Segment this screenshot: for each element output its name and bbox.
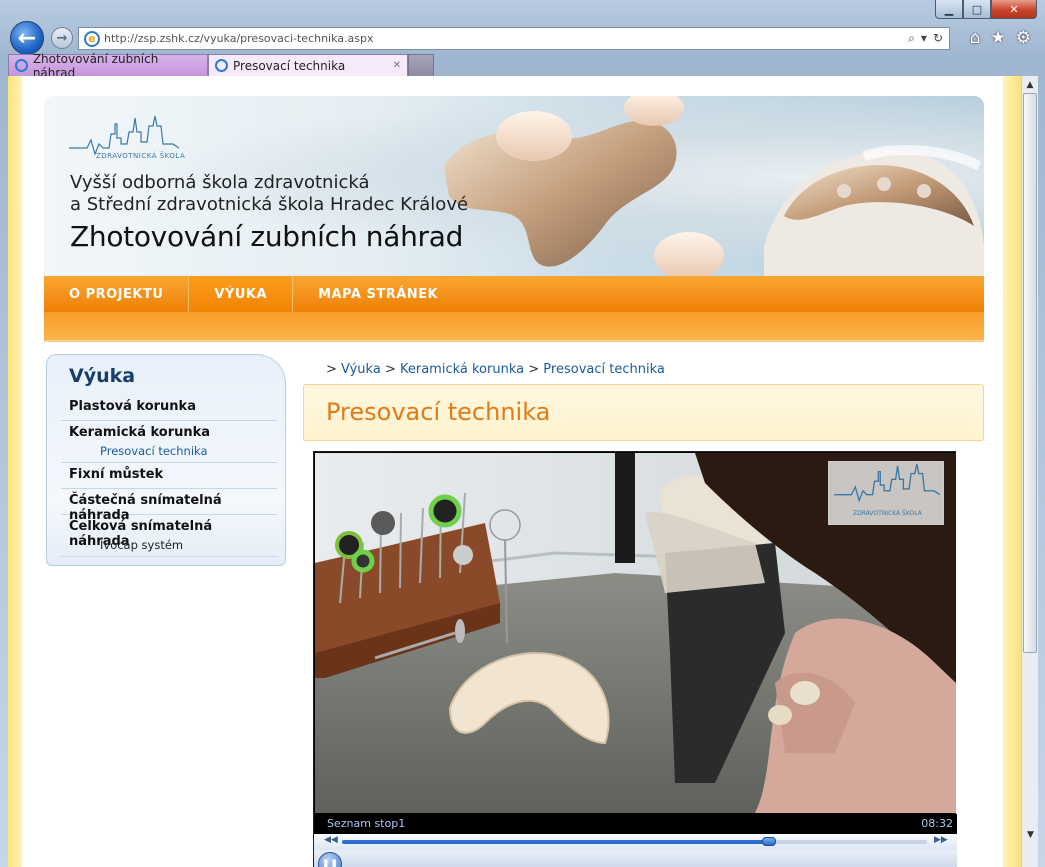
logo-text: ZDRAVOTNICKÁ ŠKOLA — [96, 152, 186, 160]
school-name-line2: a Střední zdravotnická škola Hradec Král… — [70, 194, 469, 215]
favorites-star-icon[interactable]: ★ — [991, 28, 1006, 48]
menu-mapa-stranek[interactable]: MAPA STRÁNEK — [293, 276, 463, 312]
back-button[interactable]: ← — [10, 21, 44, 55]
minimize-button[interactable]: ▁ — [935, 0, 963, 19]
menu-o-projektu[interactable]: O PROJEKTU — [44, 276, 188, 312]
content-heading-box: Presovací technika — [303, 384, 984, 441]
page-gutter-left — [8, 76, 22, 867]
home-icon[interactable]: ⌂ — [970, 28, 981, 48]
submenu-bar — [44, 312, 984, 342]
seek-forward-icon[interactable]: ▶▶ — [934, 835, 948, 845]
dental-crown-photo — [444, 96, 984, 276]
tab-label: Presovací technika — [233, 58, 346, 73]
search-icon[interactable]: ⌕ — [908, 31, 915, 46]
school-logo-icon — [834, 463, 941, 503]
ie-tab-icon — [215, 59, 228, 72]
browser-window: ▁ □ ✕ ← → e http://zsp.zshk.cz/vyuka/pre… — [0, 0, 1045, 867]
breadcrumb-vyuka[interactable]: Výuka — [341, 362, 381, 377]
pause-icon: ❚❚ — [321, 858, 339, 867]
breadcrumb-sep: > — [528, 362, 540, 377]
close-tab-icon[interactable]: ✕ — [393, 60, 401, 71]
arrow-left-icon: ← — [17, 25, 37, 51]
breadcrumb-sep: > — [326, 362, 337, 377]
address-url[interactable]: http://zsp.zshk.cz/vyuka/presovaci-techn… — [104, 32, 908, 45]
seek-thumb[interactable] — [762, 837, 777, 846]
sidebar-item-plastova-korunka[interactable]: Plastová korunka — [61, 395, 277, 421]
seek-track[interactable] — [342, 837, 927, 846]
page-viewport: ZDRAVOTNICKÁ ŠKOLA Vyšší odborná škola z… — [8, 76, 1021, 867]
pause-button[interactable]: ❚❚ — [318, 852, 342, 867]
video-seek-bar[interactable]: ◀◀ ▶▶ — [314, 834, 957, 850]
menu-vyuka[interactable]: VÝUKA — [188, 276, 294, 312]
ie-tab-icon — [15, 59, 28, 72]
site-title: Zhotovování zubních náhrad — [70, 220, 464, 253]
sidebar-title: Výuka — [69, 365, 136, 387]
seek-fill — [342, 840, 770, 844]
maximize-button[interactable]: □ — [963, 0, 991, 19]
tab-strip: Zhotovování zubních náhrad Presovací tec… — [8, 52, 434, 80]
scroll-up-icon[interactable]: ▲ — [1022, 76, 1038, 93]
sidebar-item-castecna-snimatelna-nahrada[interactable]: Částečná snímatelná náhrada — [61, 489, 277, 523]
header-banner: ZDRAVOTNICKÁ ŠKOLA Vyšší odborná škola z… — [44, 96, 984, 276]
refresh-icon[interactable]: ↻ — [933, 31, 943, 46]
new-tab-button[interactable] — [408, 54, 434, 76]
page-body: ZDRAVOTNICKÁ ŠKOLA Vyšší odborná škola z… — [44, 96, 984, 867]
breadcrumb-keramicka-korunka[interactable]: Keramická korunka — [400, 362, 524, 377]
breadcrumb: > Výuka > Keramická korunka > Presovací … — [326, 362, 665, 377]
breadcrumb-sep: > — [384, 362, 396, 377]
page-title: Presovací technika — [326, 398, 551, 426]
close-window-button[interactable]: ✕ — [991, 0, 1037, 19]
sidebar: Výuka Plastová korunka Keramická korunka… — [46, 354, 286, 566]
sidebar-item-keramicka-korunka[interactable]: Keramická korunka — [61, 421, 277, 443]
sidebar-item-celkova-snimatelna-nahrada[interactable]: Celková snímatelná náhrada — [61, 515, 277, 549]
video-player: ZDRAVOTNICKÁ ŠKOLA Seznam stop1 08:32 ◀◀… — [313, 451, 957, 867]
scroll-down-icon[interactable]: ▼ — [1022, 826, 1039, 843]
seek-back-icon[interactable]: ◀◀ — [324, 835, 338, 845]
video-title: Seznam stop1 — [327, 817, 406, 830]
vertical-scrollbar[interactable]: ▲ ▼ — [1021, 76, 1038, 867]
address-bar[interactable]: e http://zsp.zshk.cz/vyuka/presovaci-tec… — [78, 27, 950, 50]
video-watermark-logo: ZDRAVOTNICKÁ ŠKOLA — [828, 461, 944, 525]
sidebar-subitem-presovaci-technika[interactable]: Presovací technika — [61, 443, 277, 463]
arrow-right-icon: → — [56, 30, 68, 46]
video-time: 08:32 — [921, 817, 953, 830]
main-menu: O PROJEKTU VÝUKA MAPA STRÁNEK — [44, 276, 984, 312]
ie-page-icon: e — [84, 30, 100, 47]
gear-icon[interactable]: ⚙ — [1016, 28, 1031, 48]
school-name-line1: Vyšší odborná škola zdravotnická — [70, 172, 370, 193]
watermark-text: ZDRAVOTNICKÁ ŠKOLA — [853, 510, 922, 517]
video-controls: ❚❚ — [314, 850, 957, 867]
scroll-thumb[interactable] — [1023, 93, 1037, 653]
sidebar-item-fixni-mustek[interactable]: Fixní můstek — [61, 463, 277, 489]
breadcrumb-presovaci-technika[interactable]: Presovací technika — [543, 362, 665, 377]
tab-zhotovovani[interactable]: Zhotovování zubních náhrad — [8, 52, 208, 80]
dropdown-arrow-icon[interactable]: ▾ — [921, 31, 927, 46]
video-info-bar: Seznam stop1 08:32 — [314, 814, 957, 834]
page-gutter-right — [1003, 76, 1021, 867]
window-controls: ▁ □ ✕ — [935, 0, 1037, 19]
video-frame[interactable]: ZDRAVOTNICKÁ ŠKOLA — [315, 453, 956, 813]
forward-button[interactable]: → — [51, 27, 73, 49]
tab-presovaci-technika[interactable]: Presovací technika ✕ — [208, 54, 408, 76]
